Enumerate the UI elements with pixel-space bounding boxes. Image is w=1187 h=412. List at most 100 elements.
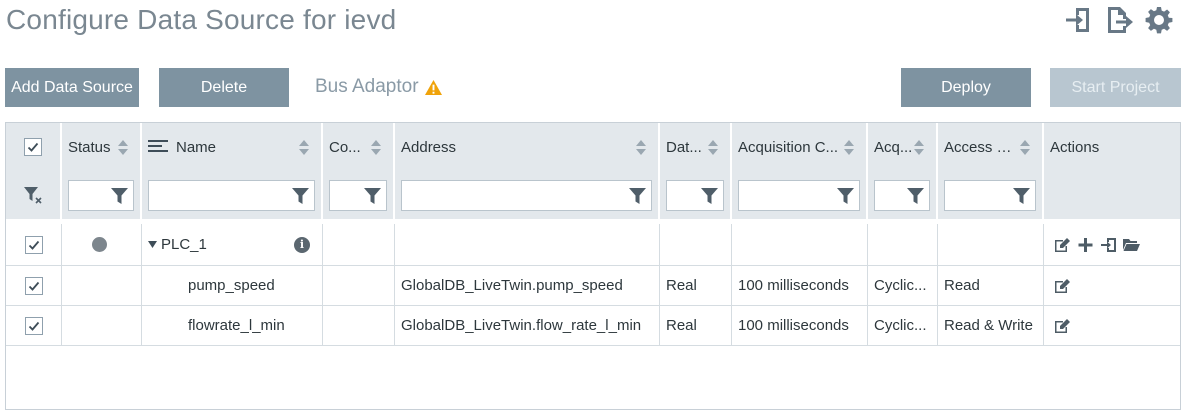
access-mode-cell: Read	[938, 266, 1044, 305]
bus-adaptor-link[interactable]: Bus Adaptor	[315, 76, 443, 98]
access-mode-cell	[938, 224, 1044, 265]
sort-icon[interactable]	[844, 139, 860, 155]
data-type-cell: Real	[660, 306, 732, 345]
filter-input-address[interactable]	[401, 179, 652, 211]
status-cell	[62, 306, 142, 345]
actions-cell	[1044, 224, 1180, 265]
settings-gear-icon[interactable]	[1143, 4, 1175, 36]
status-cell	[62, 224, 142, 265]
edit-icon[interactable]	[1054, 237, 1071, 253]
folder-open-icon[interactable]	[1123, 237, 1140, 253]
row-select-cell	[6, 266, 62, 305]
column-label: Co...	[329, 138, 361, 156]
sort-icon[interactable]	[708, 139, 724, 155]
status-cell	[62, 266, 142, 305]
filter-icon[interactable]	[111, 187, 128, 204]
name-cell: flowrate_l_min	[142, 306, 323, 345]
filter-input-status[interactable]	[68, 179, 134, 211]
address-cell: GlobalDB_LiveTwin.flow_rate_l_min	[395, 306, 660, 345]
data-source-table: Status Name Co... Address Dat... Acquisi…	[5, 122, 1181, 410]
filter-icon[interactable]	[907, 187, 924, 204]
acquisition-mode-cell	[868, 224, 938, 265]
connection-cell	[323, 306, 395, 345]
actions-cell	[1044, 306, 1180, 345]
filter-icon[interactable]	[629, 187, 646, 204]
data-type-cell: Real	[660, 266, 732, 305]
column-header-address[interactable]: Address	[395, 123, 660, 171]
filter-cell-actions	[1044, 171, 1180, 219]
column-header-status[interactable]: Status	[62, 123, 142, 171]
filter-cell-status	[62, 171, 142, 219]
column-header-name[interactable]: Name	[142, 123, 323, 171]
import-tag-icon[interactable]	[1100, 237, 1117, 253]
filter-row	[6, 171, 1180, 219]
filter-input-acquisition-mode[interactable]	[874, 179, 930, 211]
connection-cell	[323, 224, 395, 265]
add-icon[interactable]	[1077, 237, 1094, 253]
table-row[interactable]: pump_speed GlobalDB_LiveTwin.pump_speed …	[6, 266, 1180, 306]
row-checkbox[interactable]	[24, 276, 43, 295]
info-icon[interactable]: i	[294, 236, 310, 253]
column-label: Dat...	[666, 138, 702, 156]
acquisition-mode-cell: Cyclic...	[868, 266, 938, 305]
row-select-cell	[6, 224, 62, 265]
sort-icon[interactable]	[1020, 139, 1036, 155]
filter-cell-acquisition-cycle	[732, 171, 868, 219]
filter-icon[interactable]	[292, 187, 309, 204]
group-name: PLC_1	[161, 236, 207, 253]
column-header-acquisition-mode[interactable]: Acq...	[868, 123, 938, 171]
group-row-plc[interactable]: PLC_1 i	[6, 224, 1180, 266]
filter-icon[interactable]	[1013, 187, 1030, 204]
filter-input-connection[interactable]	[329, 179, 387, 211]
clear-filter-cell	[6, 171, 62, 219]
name-cell: PLC_1 i	[142, 224, 323, 265]
status-indicator	[92, 237, 107, 252]
sort-icon[interactable]	[636, 139, 652, 155]
export-icon[interactable]	[1103, 4, 1135, 36]
acquisition-cycle-cell: 100 milliseconds	[732, 266, 868, 305]
column-header-access-mode[interactable]: Access M...	[938, 123, 1044, 171]
name-cell: pump_speed	[142, 266, 323, 305]
filter-input-name[interactable]	[148, 179, 315, 211]
row-checkbox[interactable]	[24, 235, 43, 254]
filter-icon[interactable]	[364, 187, 381, 204]
column-header-actions: Actions	[1044, 123, 1180, 171]
edit-icon[interactable]	[1054, 278, 1071, 294]
filter-cell-access-mode	[938, 171, 1044, 219]
header-select-cell	[6, 123, 62, 171]
filter-icon[interactable]	[701, 187, 718, 204]
expand-toggle[interactable]: PLC_1	[148, 236, 207, 253]
import-icon[interactable]	[1063, 4, 1095, 36]
sort-icon[interactable]	[914, 139, 930, 155]
page-title: Configure Data Source for ievd	[6, 4, 397, 35]
filter-cell-name	[142, 171, 323, 219]
acquisition-cycle-cell	[732, 224, 868, 265]
delete-button[interactable]: Delete	[159, 68, 289, 107]
filter-cell-connection	[323, 171, 395, 219]
filter-input-data-type[interactable]	[666, 179, 724, 211]
filter-input-acquisition-cycle[interactable]	[738, 179, 860, 211]
filter-input-access-mode[interactable]	[944, 179, 1036, 211]
column-header-connection[interactable]: Co...	[323, 123, 395, 171]
column-header-acquisition-cycle[interactable]: Acquisition C...	[732, 123, 868, 171]
actions-cell	[1044, 266, 1180, 305]
start-project-button: Start Project	[1050, 68, 1181, 107]
edit-icon[interactable]	[1054, 318, 1071, 334]
connection-cell	[323, 266, 395, 305]
data-type-cell	[660, 224, 732, 265]
filter-icon[interactable]	[837, 187, 854, 204]
address-cell	[395, 224, 660, 265]
sort-icon[interactable]	[118, 139, 134, 155]
acquisition-cycle-cell: 100 milliseconds	[732, 306, 868, 345]
caret-down-icon[interactable]	[148, 241, 157, 248]
column-label: Status	[68, 138, 111, 156]
select-all-checkbox[interactable]	[24, 138, 42, 156]
deploy-button[interactable]: Deploy	[901, 68, 1031, 107]
table-row[interactable]: flowrate_l_min GlobalDB_LiveTwin.flow_ra…	[6, 306, 1180, 346]
column-header-data-type[interactable]: Dat...	[660, 123, 732, 171]
sort-icon[interactable]	[299, 139, 315, 155]
row-checkbox[interactable]	[24, 316, 43, 335]
clear-filter-icon[interactable]	[22, 184, 44, 206]
sort-icon[interactable]	[371, 139, 387, 155]
add-data-source-button[interactable]: Add Data Source	[5, 68, 139, 107]
